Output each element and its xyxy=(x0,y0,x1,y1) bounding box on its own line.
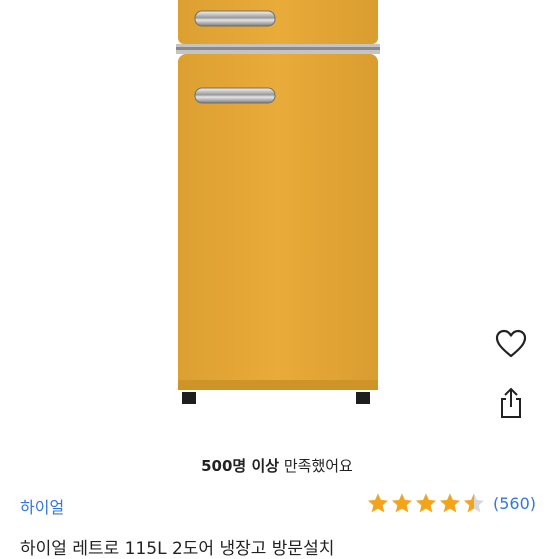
star-icon xyxy=(463,493,484,513)
brand-link[interactable]: 하이얼 xyxy=(20,494,64,518)
star-icon xyxy=(415,493,436,513)
favorite-button[interactable] xyxy=(493,326,529,362)
star-icon xyxy=(439,493,460,513)
satisfaction-suffix: 만족했어요 xyxy=(283,457,353,475)
share-icon xyxy=(501,387,521,418)
rating-stars xyxy=(367,492,487,514)
satisfaction-text: 500명 이상 만족했어요 xyxy=(0,455,554,476)
satisfaction-count: 500명 이상 xyxy=(201,457,280,475)
star-icon xyxy=(391,493,412,513)
product-image xyxy=(0,0,554,410)
product-title: 하이얼 레트로 115L 2도어 냉장고 방문설치 xyxy=(20,539,335,559)
rating-count: (560) xyxy=(492,493,536,513)
heart-icon xyxy=(495,329,527,358)
share-button[interactable] xyxy=(493,385,529,421)
rating[interactable]: (560) xyxy=(367,492,536,514)
star-icon xyxy=(367,493,388,513)
